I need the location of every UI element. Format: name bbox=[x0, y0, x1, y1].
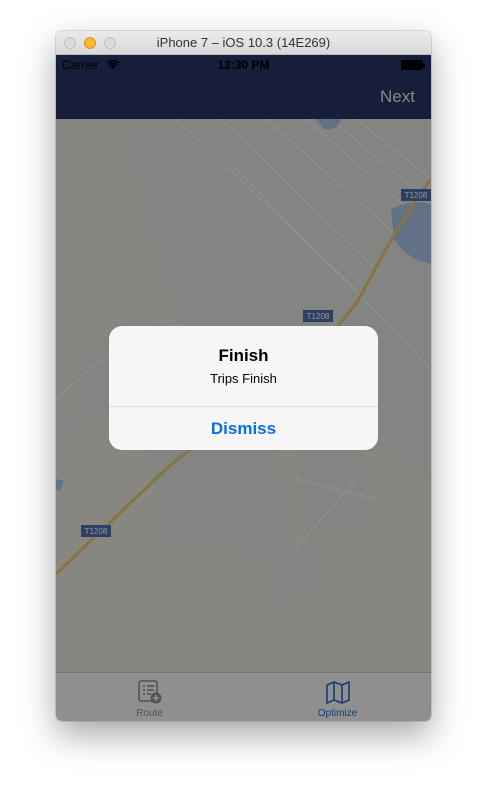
device-screen: Carrier 12:30 PM Next T1208 T1208 T1208 … bbox=[56, 55, 431, 721]
dismiss-button[interactable]: Dismiss bbox=[109, 407, 378, 450]
alert-dialog: Finish Trips Finish Dismiss bbox=[109, 326, 378, 450]
alert-title: Finish bbox=[218, 346, 269, 365]
simulator-window: iPhone 7 – iOS 10.3 (14E269) Carrier 12:… bbox=[56, 31, 431, 721]
window-title-bar[interactable]: iPhone 7 – iOS 10.3 (14E269) bbox=[56, 31, 431, 55]
alert-message: Trips Finish bbox=[210, 371, 277, 386]
window-title: iPhone 7 – iOS 10.3 (14E269) bbox=[156, 35, 331, 50]
